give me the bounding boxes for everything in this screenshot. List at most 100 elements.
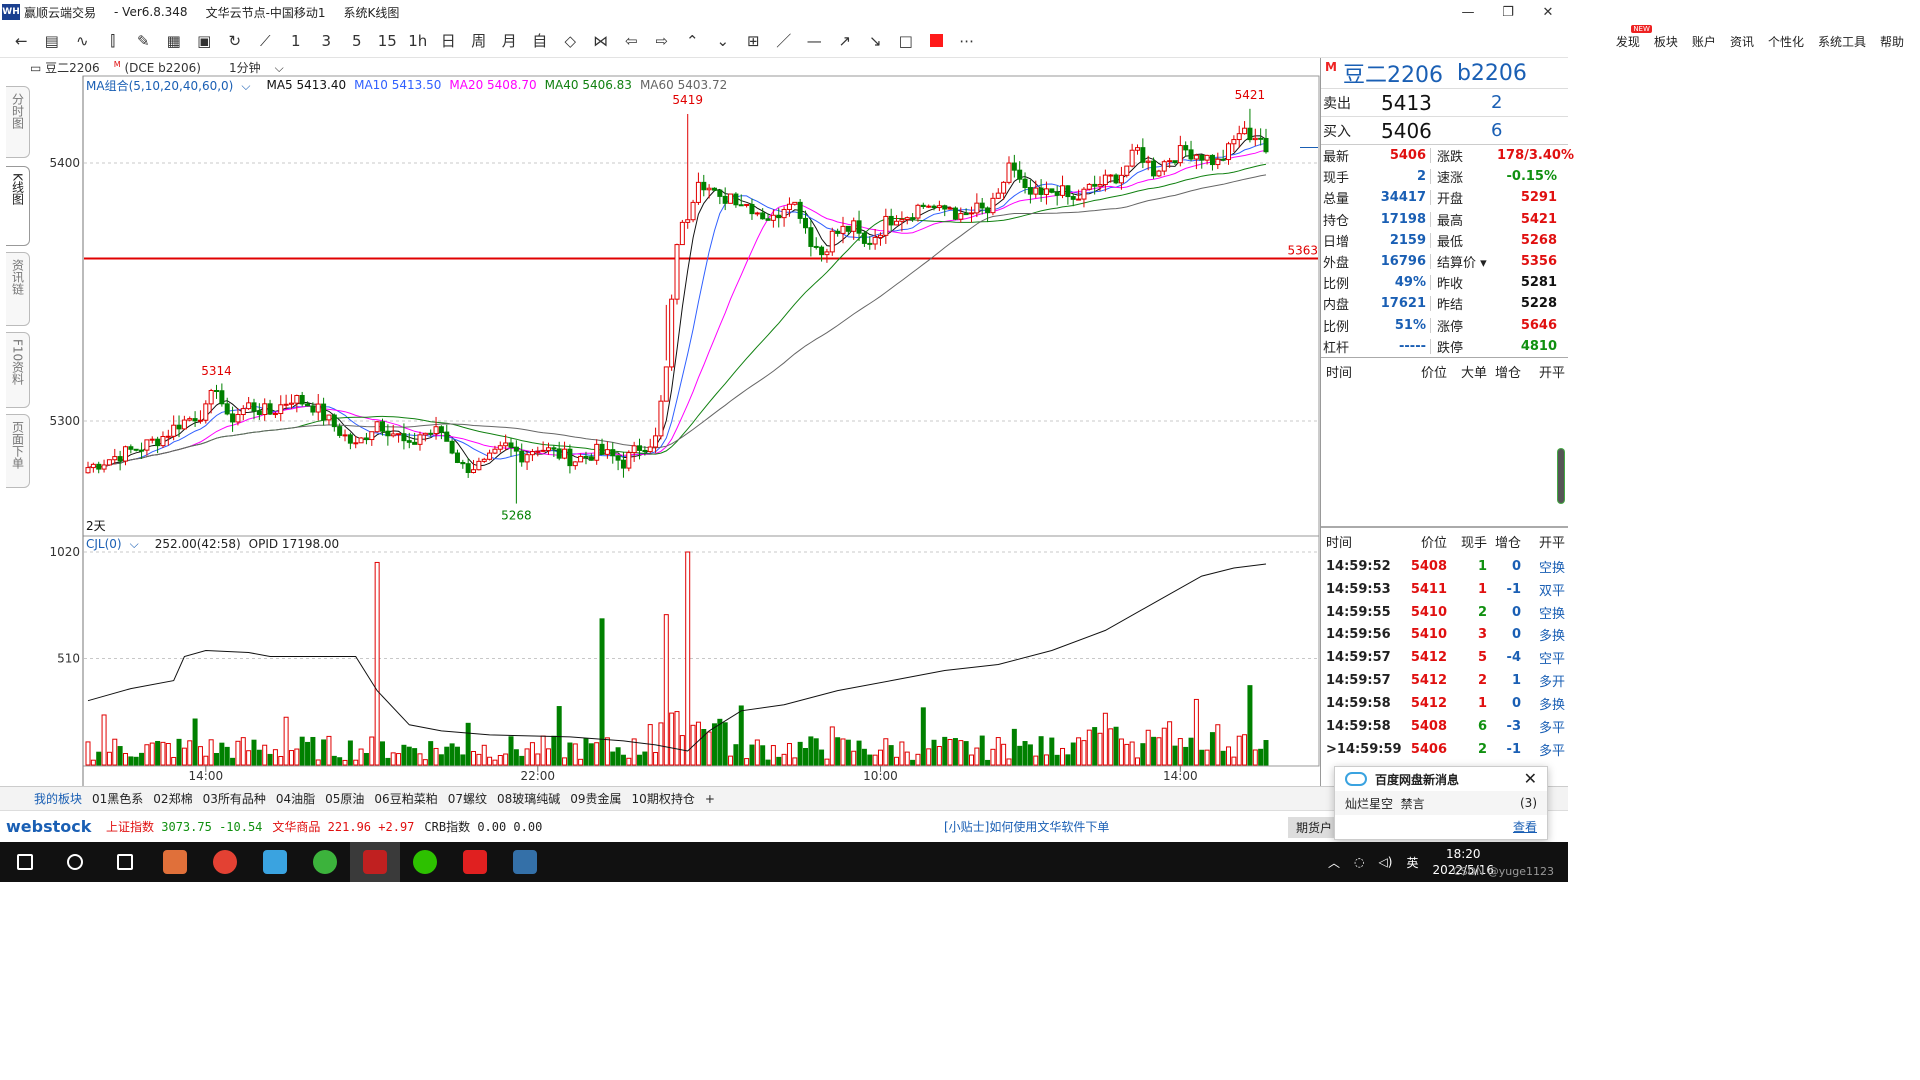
more-icon[interactable]: ⋯: [952, 26, 983, 56]
menu-sector[interactable]: 板块: [1654, 33, 1678, 50]
ma-group-select[interactable]: MA组合(5,10,20,40,60,0) ⌵: [86, 77, 258, 94]
volume-bar: [331, 755, 337, 766]
period-1min[interactable]: 1: [281, 26, 312, 56]
wenhua-v-icon[interactable]: [450, 842, 500, 882]
rect-tool-icon[interactable]: □: [891, 26, 922, 56]
period-1h[interactable]: 1h: [403, 26, 434, 56]
ie-browser-icon[interactable]: [300, 842, 350, 882]
scroll-indicator[interactable]: [1558, 448, 1564, 503]
sector-tab[interactable]: 07螺纹: [448, 790, 487, 807]
python-icon[interactable]: [500, 842, 550, 882]
sector-tab[interactable]: 06豆粕菜粕: [374, 790, 437, 807]
ray-tool-icon[interactable]: ↗: [830, 26, 861, 56]
index-sh[interactable]: 上证指数 3073.75 -10.54: [106, 818, 262, 835]
quote-list-icon[interactable]: ▤: [37, 26, 68, 56]
sector-tab[interactable]: 02郑棉: [153, 790, 192, 807]
layout-icon[interactable]: ⊞: [738, 26, 769, 56]
hline-tool-icon[interactable]: —: [799, 26, 830, 56]
kline-icon[interactable]: ⫿: [98, 26, 129, 56]
close-icon[interactable]: ✕: [1524, 769, 1537, 788]
pinwheel-app-icon[interactable]: [150, 842, 200, 882]
menu-account[interactable]: 账户: [1692, 33, 1716, 50]
move-right-icon[interactable]: ⇨: [647, 26, 678, 56]
save-icon[interactable]: ▣: [189, 26, 220, 56]
period-week[interactable]: 周: [464, 26, 495, 56]
back-icon[interactable]: ←: [6, 26, 37, 56]
candle-body: [385, 430, 391, 437]
candle-body: [106, 459, 112, 466]
menu-system-tools[interactable]: 系统工具: [1818, 33, 1866, 50]
chart-symbol[interactable]: ▭ 豆二2206 M (DCE b2206): [30, 59, 215, 76]
draw-tool-icon[interactable]: ✎: [128, 26, 159, 56]
menu-personalize[interactable]: 个性化: [1768, 33, 1804, 50]
index-crb[interactable]: CRB指数 0.00 0.00: [424, 818, 542, 835]
volume-bar: [1038, 736, 1044, 766]
popup-view-link[interactable]: 查看: [1335, 815, 1547, 839]
account-button[interactable]: 期货户: [1288, 817, 1341, 838]
big-order-list[interactable]: [1321, 385, 1568, 527]
period-month[interactable]: 月: [494, 26, 525, 56]
period-select[interactable]: 1分钟 ⌵: [229, 59, 298, 76]
period-5min[interactable]: 5: [342, 26, 373, 56]
line-tool-icon[interactable]: ／: [769, 26, 800, 56]
line-chart-icon[interactable]: ∿: [67, 26, 98, 56]
indicator-icon[interactable]: ⟋: [250, 26, 281, 56]
bid-row[interactable]: 买入 5406 6: [1321, 116, 1568, 144]
down-icon[interactable]: ⌄: [708, 26, 739, 56]
volume-icon[interactable]: ◁): [1379, 855, 1393, 869]
candle-body: [658, 400, 664, 437]
sector-tab[interactable]: 10期权持仓: [632, 790, 695, 807]
add-sector-button[interactable]: +: [705, 792, 715, 806]
menu-help[interactable]: 帮助: [1880, 33, 1904, 50]
sector-tab[interactable]: 03所有品种: [203, 790, 266, 807]
cjl-value: 252.00(42:58): [154, 537, 241, 551]
index-wenhua[interactable]: 文华商品 221.96 +2.97: [272, 818, 414, 835]
candle-body: [845, 225, 851, 232]
close-button[interactable]: ✕: [1528, 0, 1568, 24]
up-icon[interactable]: ⌃: [677, 26, 708, 56]
windows-start-icon[interactable]: [0, 842, 50, 882]
quote-label: 比例: [1323, 277, 1350, 293]
move-left-icon[interactable]: ⇦: [616, 26, 647, 56]
quote-label[interactable]: 结算价 ▾: [1431, 252, 1497, 271]
menu-discover[interactable]: 发现 NEW: [1602, 24, 1652, 50]
menu-news[interactable]: 资讯: [1730, 33, 1754, 50]
zoom-out-icon[interactable]: ⋈: [586, 26, 617, 56]
sector-tab[interactable]: 05原油: [325, 790, 364, 807]
ime-indicator[interactable]: 英: [1406, 854, 1418, 871]
tick-row: 14:59:52 5408 1 0 空换: [1321, 555, 1568, 578]
refresh-icon[interactable]: ↻: [220, 26, 251, 56]
ask-row[interactable]: 卖出 5413 2: [1321, 88, 1568, 116]
candle-body: [904, 217, 910, 220]
wechat-icon[interactable]: [400, 842, 450, 882]
cjl-select[interactable]: CJL(0) ⌵: [86, 537, 147, 552]
period-custom[interactable]: 自: [525, 26, 556, 56]
network-icon[interactable]: ◌: [1354, 855, 1364, 869]
chevron-up-icon[interactable]: ︿: [1328, 854, 1340, 871]
minimize-button[interactable]: —: [1448, 0, 1488, 24]
order-icon[interactable]: ▦: [159, 26, 190, 56]
chrome-icon[interactable]: [200, 842, 250, 882]
kline-chart[interactable]: 5400 5300 1020 510 14:00 22:00 10:00 14:00 5363 5…: [0, 58, 1320, 786]
ask-volume: 2: [1491, 92, 1503, 113]
sector-tab[interactable]: 08玻璃纯碱: [497, 790, 560, 807]
wenhua-wh6-icon[interactable]: [350, 842, 400, 882]
color-icon[interactable]: [921, 26, 952, 56]
zoom-in-icon[interactable]: ◇: [555, 26, 586, 56]
arrow-tool-icon[interactable]: ↘: [860, 26, 891, 56]
task-view-icon[interactable]: [100, 842, 150, 882]
sector-tab[interactable]: 09贵金属: [570, 790, 621, 807]
sector-tab[interactable]: 04油脂: [276, 790, 315, 807]
period-day[interactable]: 日: [433, 26, 464, 56]
tick-list[interactable]: 14:59:52 5408 1 0 空换 14:59:53 5411 1 -1 双平 14:59:5…: [1321, 555, 1568, 761]
sector-tab[interactable]: 01黑色系: [92, 790, 143, 807]
candle-body: [481, 458, 487, 462]
desktop-app-icon[interactable]: [250, 842, 300, 882]
period-3min[interactable]: 3: [311, 26, 342, 56]
search-icon[interactable]: [50, 842, 100, 882]
restore-button[interactable]: ❐: [1488, 0, 1528, 24]
period-15min[interactable]: 15: [372, 26, 403, 56]
sector-tab[interactable]: 我的板块: [34, 790, 82, 807]
candle-body: [835, 230, 841, 234]
tip-link[interactable]: [小贴士]如何使用文华软件下单: [944, 818, 1109, 835]
